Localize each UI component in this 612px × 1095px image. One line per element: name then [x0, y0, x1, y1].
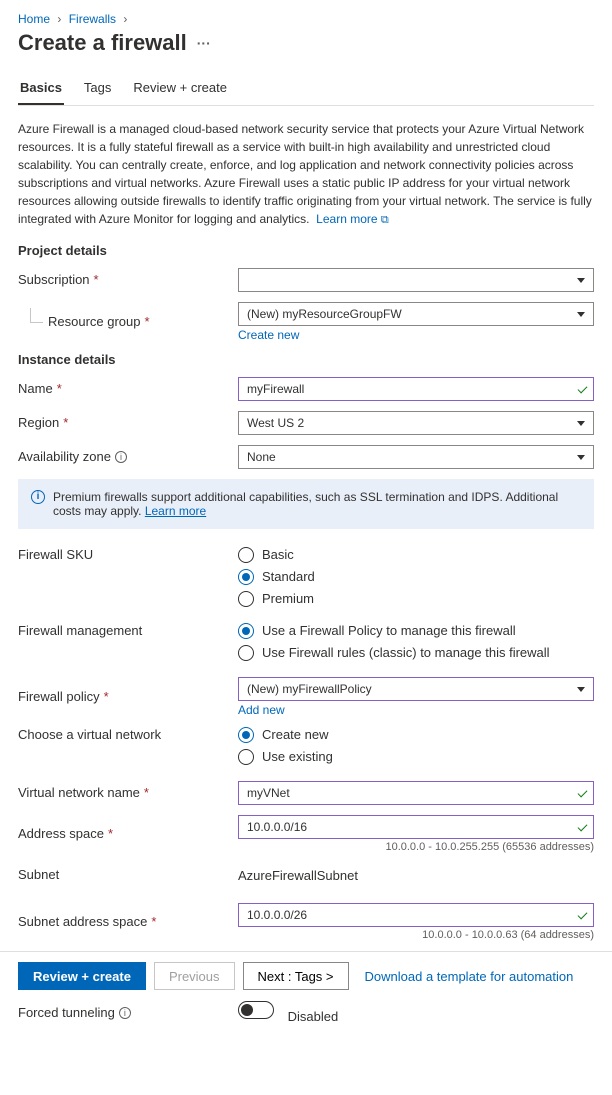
subnet-address-helper: 10.0.0.0 - 10.0.0.63 (64 addresses): [238, 929, 594, 941]
subscription-select[interactable]: [238, 268, 594, 292]
sku-radio-group: Basic Standard Premium: [238, 547, 594, 607]
management-label: Firewall management: [18, 623, 238, 638]
policy-label: Firewall policy*: [18, 689, 238, 704]
management-radio-group: Use a Firewall Policy to manage this fir…: [238, 623, 594, 661]
tab-tags[interactable]: Tags: [82, 74, 113, 105]
subnet-value: AzureFirewallSubnet: [238, 866, 594, 883]
sku-label: Firewall SKU: [18, 547, 238, 562]
breadcrumb-home[interactable]: Home: [18, 12, 50, 26]
footer: Review + create Previous Next : Tags > D…: [0, 951, 612, 1000]
tunnel-toggle[interactable]: [238, 1001, 274, 1019]
breadcrumb-firewalls[interactable]: Firewalls: [69, 12, 116, 26]
radio-icon: [238, 749, 254, 765]
tunnel-label: Forced tunneling i: [18, 1005, 238, 1020]
project-details-header: Project details: [18, 243, 594, 258]
banner-learn-more-link[interactable]: Learn more: [145, 504, 206, 518]
availability-zone-select[interactable]: None: [238, 445, 594, 469]
radio-selected-icon: [238, 623, 254, 639]
policy-add-new-link[interactable]: Add new: [238, 703, 285, 717]
vnet-name-input[interactable]: myVNet: [238, 781, 594, 805]
choose-vnet-label: Choose a virtual network: [18, 727, 238, 742]
mgmt-classic-option[interactable]: Use Firewall rules (classic) to manage t…: [238, 645, 594, 661]
tab-review[interactable]: Review + create: [131, 74, 229, 105]
previous-button[interactable]: Previous: [154, 962, 235, 990]
region-value: West US 2: [247, 416, 304, 430]
subnet-address-value: 10.0.0.0/26: [247, 908, 307, 922]
subnet-label: Subnet: [18, 867, 238, 882]
vnet-radio-group: Create new Use existing: [238, 727, 594, 765]
availability-zone-value: None: [247, 450, 276, 464]
resource-group-select[interactable]: (New) myResourceGroupFW: [238, 302, 594, 326]
name-label: Name*: [18, 381, 238, 396]
create-new-rg-link[interactable]: Create new: [238, 328, 299, 342]
name-value: myFirewall: [247, 382, 304, 396]
breadcrumb: Home › Firewalls ›: [18, 12, 594, 26]
chevron-right-icon: ›: [53, 12, 65, 26]
subscription-label: Subscription*: [18, 272, 238, 287]
address-space-input[interactable]: 10.0.0.0/16: [238, 815, 594, 839]
instance-details-header: Instance details: [18, 352, 594, 367]
more-icon[interactable]: ···: [197, 35, 211, 51]
policy-select[interactable]: (New) myFirewallPolicy: [238, 677, 594, 701]
learn-more-link[interactable]: Learn more ⧉: [316, 212, 389, 226]
tab-basics[interactable]: Basics: [18, 74, 64, 105]
info-icon: i: [31, 490, 45, 504]
page-title-text: Create a firewall: [18, 30, 187, 56]
vnet-name-value: myVNet: [247, 786, 290, 800]
download-template-link[interactable]: Download a template for automation: [365, 969, 574, 984]
availability-zone-label: Availability zone i: [18, 449, 238, 464]
info-icon[interactable]: i: [115, 451, 127, 463]
address-space-helper: 10.0.0.0 - 10.0.255.255 (65536 addresses…: [238, 841, 594, 853]
address-space-value: 10.0.0.0/16: [247, 820, 307, 834]
address-space-label: Address space*: [18, 826, 238, 841]
external-link-icon: ⧉: [381, 214, 389, 226]
premium-info-banner: i Premium firewalls support additional c…: [18, 479, 594, 529]
resource-group-value: (New) myResourceGroupFW: [247, 307, 402, 321]
radio-selected-icon: [238, 569, 254, 585]
vnet-existing-option[interactable]: Use existing: [238, 749, 594, 765]
review-create-button[interactable]: Review + create: [18, 962, 146, 990]
subnet-address-label: Subnet address space*: [18, 914, 238, 929]
radio-icon: [238, 591, 254, 607]
vnet-create-option[interactable]: Create new: [238, 727, 594, 743]
page-title: Create a firewall ···: [18, 30, 594, 56]
resource-group-label: Resource group*: [18, 314, 238, 329]
policy-value: (New) myFirewallPolicy: [247, 682, 372, 696]
next-button[interactable]: Next : Tags >: [243, 962, 349, 990]
subnet-address-input[interactable]: 10.0.0.0/26: [238, 903, 594, 927]
region-label: Region*: [18, 415, 238, 430]
intro-body: Azure Firewall is a managed cloud-based …: [18, 122, 592, 226]
banner-text: Premium firewalls support additional cap…: [53, 490, 558, 518]
sku-premium-option[interactable]: Premium: [238, 591, 594, 607]
name-input[interactable]: myFirewall: [238, 377, 594, 401]
radio-selected-icon: [238, 727, 254, 743]
info-icon[interactable]: i: [119, 1007, 131, 1019]
sku-standard-option[interactable]: Standard: [238, 569, 594, 585]
radio-icon: [238, 645, 254, 661]
sku-basic-option[interactable]: Basic: [238, 547, 594, 563]
tabs: Basics Tags Review + create: [18, 74, 594, 106]
intro-text: Azure Firewall is a managed cloud-based …: [18, 120, 594, 229]
chevron-right-icon: ›: [119, 12, 131, 26]
tunnel-status: Disabled: [288, 1009, 339, 1024]
region-select[interactable]: West US 2: [238, 411, 594, 435]
mgmt-policy-option[interactable]: Use a Firewall Policy to manage this fir…: [238, 623, 594, 639]
vnet-name-label: Virtual network name*: [18, 785, 238, 800]
radio-icon: [238, 547, 254, 563]
